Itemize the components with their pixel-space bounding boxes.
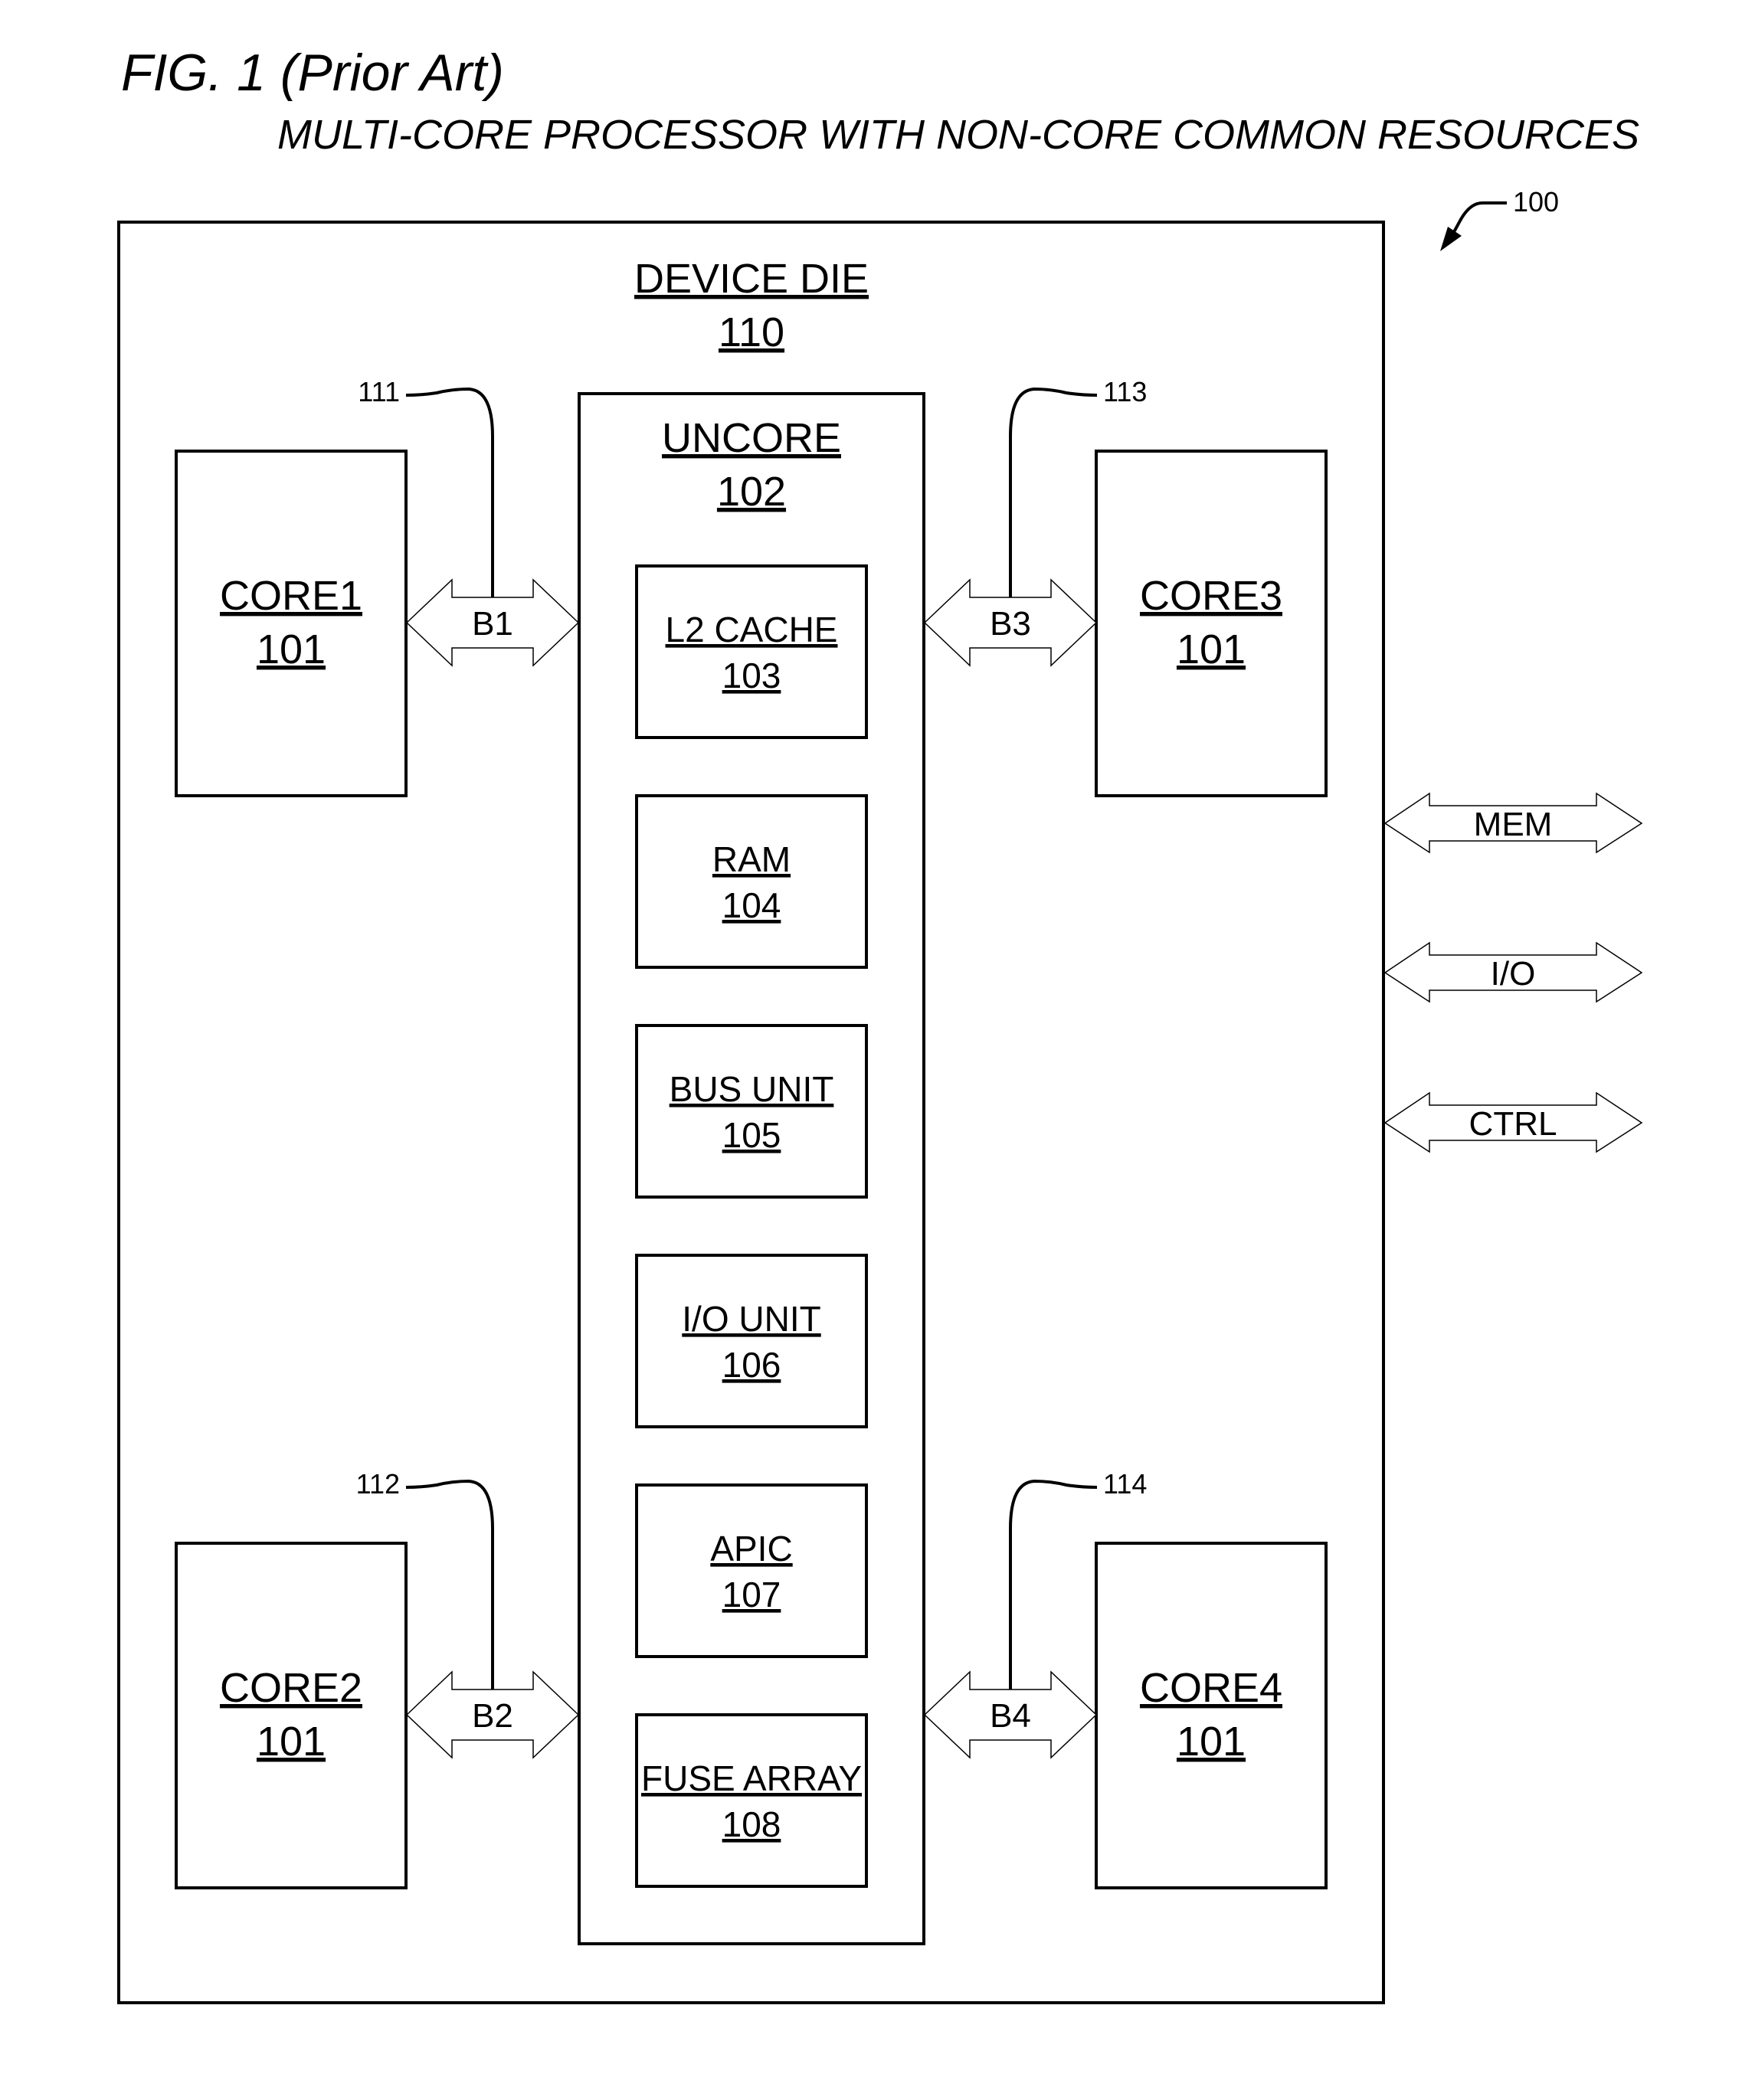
uncore-unit-io-unit: I/O UNIT 106 xyxy=(635,1254,868,1428)
unit-box xyxy=(635,1024,868,1199)
unit-box xyxy=(635,564,868,739)
bus-ref: 112 xyxy=(356,1468,400,1500)
core-4: CORE4 101 xyxy=(1095,1542,1328,1889)
external-mem: MEM xyxy=(1383,792,1643,854)
core-box xyxy=(1095,1542,1328,1889)
unit-label: L2 CACHE xyxy=(666,610,838,649)
bus-label: B2 xyxy=(472,1697,513,1735)
bus-label: B3 xyxy=(990,605,1031,643)
ref-100-leader-line xyxy=(1449,201,1507,240)
unit-label: APIC xyxy=(710,1529,792,1568)
core-label: CORE1 xyxy=(220,573,362,619)
external-label: MEM xyxy=(1474,806,1553,843)
uncore-unit-apic: APIC 107 xyxy=(635,1483,868,1658)
unit-label: FUSE ARRAY xyxy=(641,1758,862,1798)
core-box xyxy=(1095,450,1328,797)
unit-label: I/O UNIT xyxy=(682,1299,820,1339)
bus-ref: 111 xyxy=(358,376,400,407)
core-ref: 101 xyxy=(1177,626,1246,672)
bus-ref: 113 xyxy=(1103,376,1147,407)
core-2: CORE2 101 xyxy=(175,1542,408,1889)
device-die-ref: 110 xyxy=(719,309,784,355)
figure-subtitle: MULTI-CORE PROCESSOR WITH NON-CORE COMMO… xyxy=(277,112,1639,158)
unit-ref: 105 xyxy=(722,1115,781,1155)
unit-ref: 104 xyxy=(722,885,781,925)
unit-box xyxy=(635,1713,868,1888)
external-io: I/O xyxy=(1383,941,1643,1003)
unit-ref: 108 xyxy=(722,1804,781,1844)
unit-box xyxy=(635,794,868,969)
external-ctrl: CTRL xyxy=(1383,1091,1643,1153)
uncore-unit-ram: RAM 104 xyxy=(635,794,868,969)
core-3: CORE3 101 xyxy=(1095,450,1328,797)
core-label: CORE4 xyxy=(1140,1665,1282,1711)
external-label: I/O xyxy=(1491,955,1536,993)
bus-ref: 114 xyxy=(1103,1468,1147,1500)
figure-title: FIG. 1 (Prior Art) xyxy=(121,44,504,102)
unit-box xyxy=(635,1483,868,1658)
unit-ref: 106 xyxy=(722,1345,781,1385)
unit-ref: 103 xyxy=(722,656,781,695)
uncore-ref: 102 xyxy=(717,469,786,515)
unit-ref: 107 xyxy=(722,1575,781,1614)
device-die-label: DEVICE DIE xyxy=(634,256,869,302)
ref-100-pointer: 100 xyxy=(1440,186,1559,251)
uncore-label: UNCORE xyxy=(662,415,841,461)
figure-canvas: FIG. 1 (Prior Art) MULTI-CORE PROCESSOR … xyxy=(117,44,1643,2004)
core-ref: 101 xyxy=(257,626,326,672)
bus-label: B4 xyxy=(990,1697,1031,1735)
bus-label: B1 xyxy=(472,605,513,643)
unit-label: RAM xyxy=(712,839,791,879)
uncore-unit-fuse-array: FUSE ARRAY 108 xyxy=(635,1713,868,1888)
core-label: CORE2 xyxy=(220,1665,362,1711)
core-label: CORE3 xyxy=(1140,573,1282,619)
core-box xyxy=(175,1542,408,1889)
core-ref: 101 xyxy=(257,1719,326,1765)
unit-box xyxy=(635,1254,868,1428)
external-label: CTRL xyxy=(1469,1105,1557,1143)
ref-100-arrowhead-icon xyxy=(1440,227,1462,251)
core-1: CORE1 101 xyxy=(175,450,408,797)
uncore-unit-bus-unit: BUS UNIT 105 xyxy=(635,1024,868,1199)
uncore-unit-l2-cache: L2 CACHE 103 xyxy=(635,564,868,739)
ref-100-label: 100 xyxy=(1513,186,1559,218)
unit-label: BUS UNIT xyxy=(670,1069,834,1109)
core-box xyxy=(175,450,408,797)
core-ref: 101 xyxy=(1177,1719,1246,1765)
